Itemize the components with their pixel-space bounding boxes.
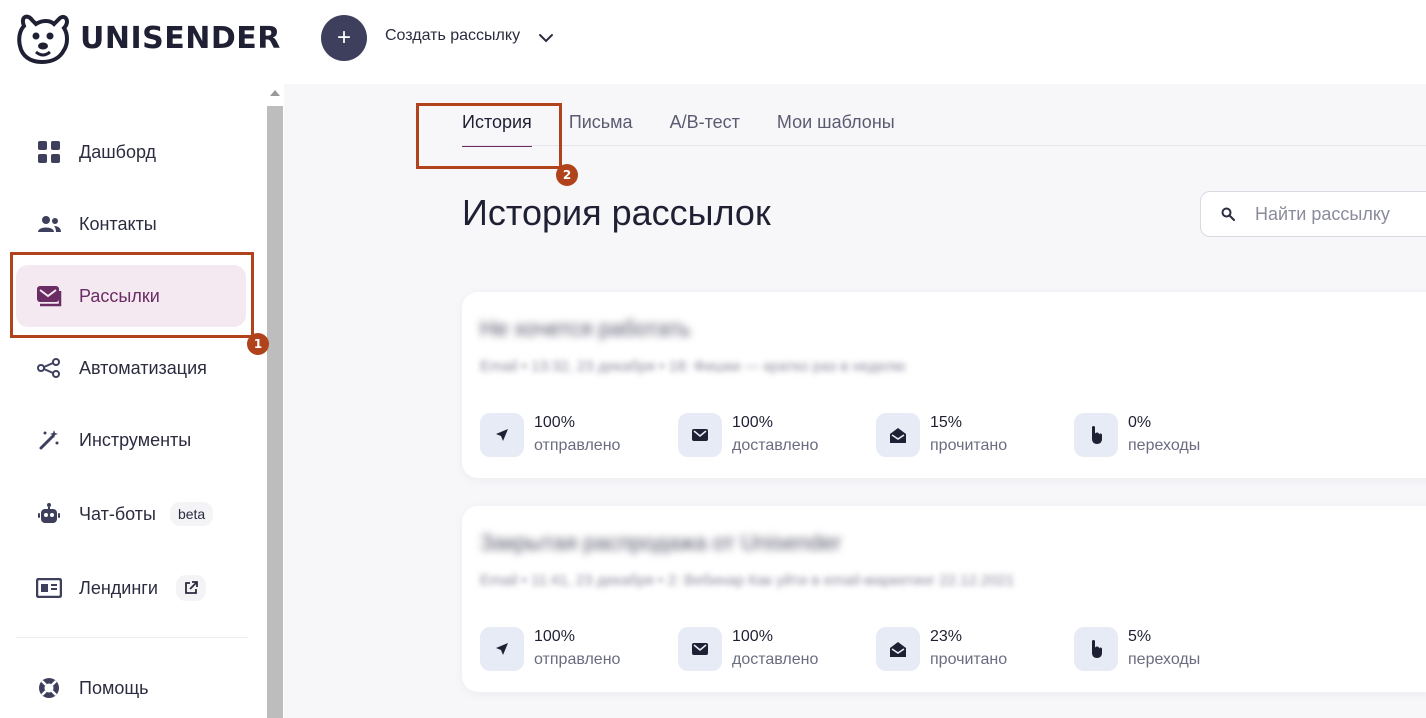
stat-label: отправлено bbox=[534, 437, 621, 454]
create-campaign-label[interactable]: Создать рассылку bbox=[385, 27, 520, 45]
stat-opened: 15% прочитано bbox=[876, 412, 1007, 458]
annotation-marker-1: 1 bbox=[247, 333, 269, 355]
users-icon bbox=[36, 211, 62, 237]
stat-label: прочитано bbox=[930, 437, 1008, 454]
sidebar-item-tools[interactable]: Инструменты bbox=[16, 409, 246, 471]
tab-my-templates[interactable]: Мои шаблоны bbox=[777, 112, 895, 147]
pointer-hand-icon bbox=[1074, 627, 1118, 671]
stat-value: 0% bbox=[1128, 414, 1152, 431]
stat-clicks: 5% переходы bbox=[1074, 626, 1200, 672]
stat-value: 100% bbox=[732, 628, 773, 645]
stat-clicks: 0% переходы bbox=[1074, 412, 1200, 458]
stat-label: отправлено bbox=[534, 651, 621, 668]
stat-delivered: 100% доставлено bbox=[678, 626, 818, 672]
sidebar-divider bbox=[16, 637, 248, 638]
send-icon bbox=[480, 627, 524, 671]
campaign-card[interactable]: Закрытая распродажа от Unisender Email •… bbox=[462, 506, 1426, 692]
envelope-open-icon bbox=[876, 627, 920, 671]
campaign-title[interactable]: Не хочется работать bbox=[480, 316, 691, 342]
sidebar-item-label: Автоматизация bbox=[79, 357, 207, 378]
stat-value: 100% bbox=[534, 414, 575, 431]
annotation-marker-2: 2 bbox=[556, 164, 578, 186]
search-input[interactable] bbox=[1255, 203, 1426, 225]
dog-logo-icon bbox=[17, 14, 69, 64]
sidebar-item-label: Лендинги bbox=[79, 577, 158, 598]
sidebar-scrollbar[interactable] bbox=[266, 86, 284, 718]
lifebuoy-icon bbox=[36, 675, 62, 701]
envelope-icon bbox=[678, 413, 722, 457]
flow-icon bbox=[36, 355, 62, 381]
tabs-divider bbox=[462, 145, 1426, 146]
stat-value: 5% bbox=[1128, 628, 1152, 645]
tab-ab-test[interactable]: A/B-тест bbox=[670, 112, 740, 147]
external-link-icon[interactable] bbox=[175, 575, 206, 601]
sidebar-item-label: Контакты bbox=[79, 213, 157, 234]
sidebar-item-contacts[interactable]: Контакты bbox=[16, 193, 246, 255]
sidebar-item-label: Дашборд bbox=[79, 141, 157, 162]
scroll-thumb[interactable] bbox=[267, 106, 283, 718]
stat-value: 15% bbox=[930, 414, 963, 431]
stat-delivered: 100% доставлено bbox=[678, 412, 818, 458]
sidebar-item-label: Чат-боты bbox=[79, 503, 156, 524]
beta-badge: beta bbox=[169, 502, 214, 526]
create-campaign-button[interactable]: + bbox=[321, 15, 367, 61]
logo[interactable]: UNISENDER bbox=[14, 12, 281, 64]
sidebar-item-label: Помощь bbox=[79, 677, 149, 698]
stat-label: доставлено bbox=[732, 437, 819, 454]
campaign-meta: Email • 11:41, 23 декабря • 2: Вебинар К… bbox=[480, 572, 1015, 589]
annotation-box-1 bbox=[10, 252, 254, 338]
stat-value: 100% bbox=[534, 628, 575, 645]
send-icon bbox=[480, 413, 524, 457]
sidebar-item-automation[interactable]: Автоматизация bbox=[16, 337, 246, 399]
stat-label: переходы bbox=[1128, 437, 1201, 454]
stat-label: прочитано bbox=[930, 651, 1008, 668]
main-content: История Письма A/B-тест Мои шаблоны Исто… bbox=[284, 84, 1426, 718]
sidebar-item-dashboard[interactable]: Дашборд bbox=[16, 121, 246, 183]
stat-label: доставлено bbox=[732, 651, 819, 668]
stat-sent: 100% отправлено bbox=[480, 412, 620, 458]
page-title: История рассылок bbox=[462, 192, 771, 233]
robot-icon bbox=[36, 501, 62, 527]
landing-icon bbox=[36, 575, 62, 601]
envelope-icon bbox=[678, 627, 722, 671]
sidebar-item-label: Инструменты bbox=[79, 429, 192, 450]
scroll-up-arrow-icon[interactable] bbox=[270, 90, 280, 96]
campaign-title[interactable]: Закрытая распродажа от Unisender bbox=[480, 530, 841, 556]
stat-value: 23% bbox=[930, 628, 963, 645]
sidebar-item-chatbots[interactable]: Чат-боты beta bbox=[16, 483, 246, 545]
envelope-open-icon bbox=[876, 413, 920, 457]
stat-value: 100% bbox=[732, 414, 773, 431]
search-box[interactable] bbox=[1200, 191, 1426, 237]
tab-letters[interactable]: Письма bbox=[569, 112, 633, 147]
brand-name: UNISENDER bbox=[80, 20, 281, 56]
campaign-meta: Email • 13:32, 23 декабря • 18: Фишки — … bbox=[480, 358, 906, 375]
sidebar-item-landings[interactable]: Лендинги bbox=[16, 557, 246, 619]
stat-label: переходы bbox=[1128, 651, 1201, 668]
sidebar: Дашборд Контакты Рассылки Автоматизация … bbox=[0, 84, 266, 718]
annotation-box-2 bbox=[416, 103, 562, 169]
top-header: UNISENDER + Создать рассылку bbox=[0, 0, 1426, 84]
stat-sent: 100% отправлено bbox=[480, 626, 620, 672]
plus-icon: + bbox=[336, 24, 351, 51]
grid-icon bbox=[36, 139, 62, 165]
chevron-down-icon[interactable] bbox=[537, 29, 555, 47]
pointer-hand-icon bbox=[1074, 413, 1118, 457]
search-icon bbox=[1221, 207, 1235, 221]
sidebar-item-help[interactable]: Помощь bbox=[16, 657, 246, 718]
stat-opened: 23% прочитано bbox=[876, 626, 1007, 672]
magic-wand-icon bbox=[36, 427, 62, 453]
campaign-card[interactable]: Не хочется работать Email • 13:32, 23 де… bbox=[462, 292, 1426, 478]
